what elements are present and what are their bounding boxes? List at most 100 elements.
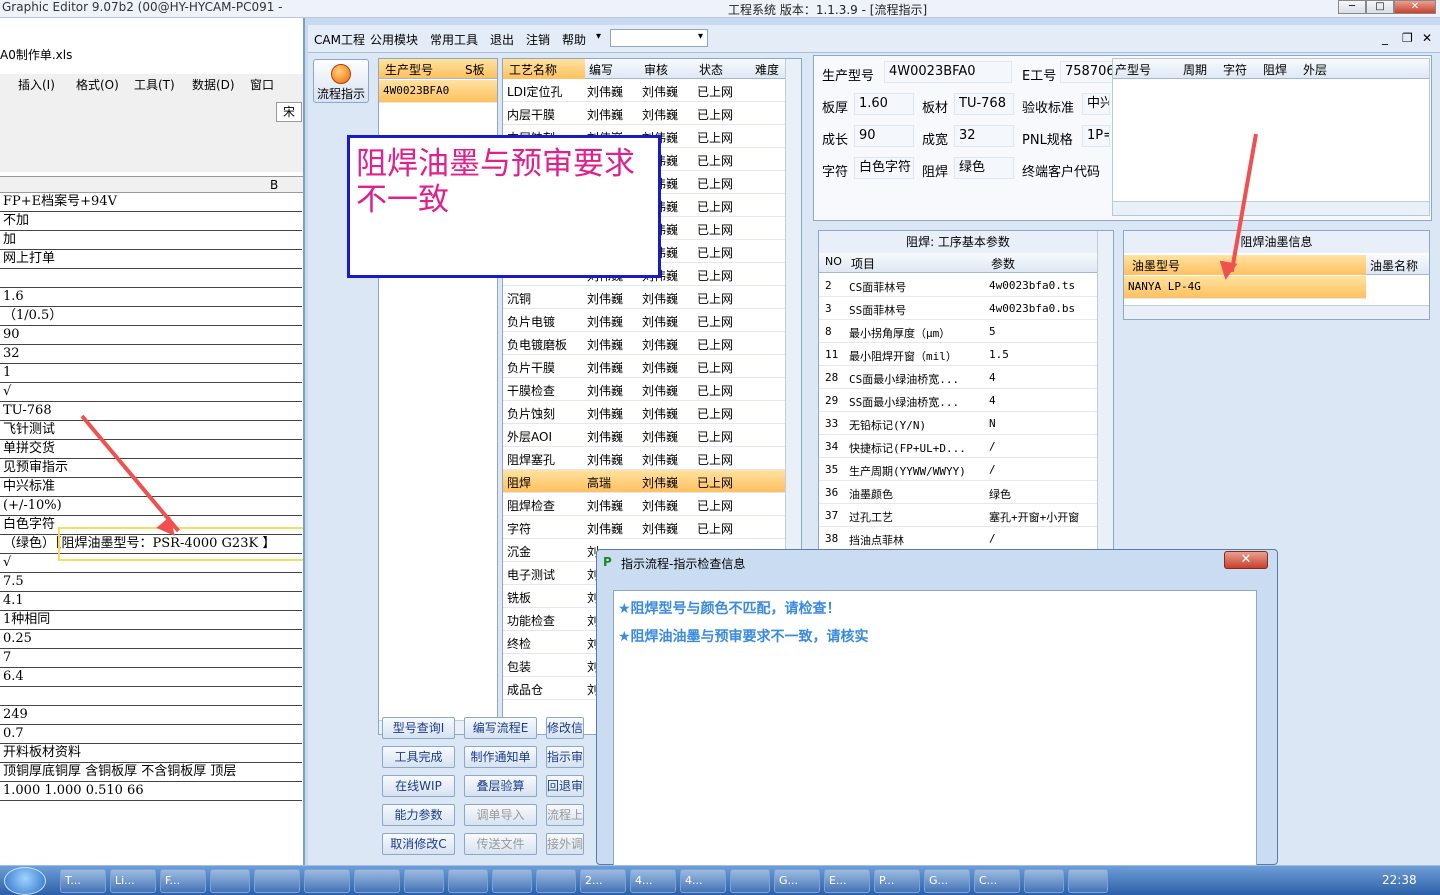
- param-row[interactable]: 35 生产周期(YYWW/WWYY) /: [819, 458, 1097, 481]
- ink-row[interactable]: NANYA LP-4G: [1124, 276, 1366, 299]
- start-button[interactable]: [4, 867, 46, 895]
- excel-menu-item[interactable]: 插入(I): [18, 76, 55, 93]
- param-row[interactable]: 11 最小阻焊开窗（mil） 1.5: [819, 343, 1097, 366]
- excel-cell[interactable]: 加: [0, 231, 302, 250]
- excel-cell[interactable]: [0, 269, 302, 288]
- excel-cell[interactable]: 网上打单: [0, 250, 302, 269]
- param-row[interactable]: 36 油墨颜色 绿色: [819, 481, 1097, 504]
- taskbar-item[interactable]: [730, 869, 770, 893]
- excel-cell[interactable]: √: [0, 383, 302, 402]
- excel-cell[interactable]: 开料板材资料: [0, 744, 302, 763]
- taskbar-item[interactable]: G...: [924, 869, 970, 893]
- action-button[interactable]: 传送文件: [464, 833, 537, 855]
- process-row[interactable]: 负片电镀 刘伟巍 刘伟巍 已上网: [503, 309, 785, 332]
- excel-cell[interactable]: FP+E档案号+94V: [0, 193, 302, 212]
- dialog-body[interactable]: ★阻焊型号与颜色不匹配，请检查！ ★阻焊油油墨与预审要求不一致，请核实: [613, 590, 1257, 866]
- taskbar-item[interactable]: [448, 869, 488, 893]
- excel-cell[interactable]: 249: [0, 706, 302, 725]
- action-button[interactable]: 取消修改C: [382, 833, 455, 855]
- process-row[interactable]: 阻焊检查 刘伟巍 刘伟巍 已上网: [503, 493, 785, 516]
- menu-0[interactable]: CAM工程: [314, 31, 365, 48]
- action-button[interactable]: 修改信: [546, 717, 584, 739]
- param-row[interactable]: 29 SS面最小绿油桥宽... 4: [819, 389, 1097, 412]
- param-row[interactable]: 3 SS面菲林号 4w0023bfa0.bs: [819, 297, 1097, 320]
- process-row[interactable]: LDI定位孔 刘伟巍 刘伟巍 已上网: [503, 79, 785, 102]
- params-vscroll[interactable]: [1097, 231, 1113, 569]
- excel-cell[interactable]: 1.000 1.000 0.510 66: [0, 782, 302, 801]
- action-button[interactable]: 指示审: [546, 746, 584, 768]
- taskbar-item[interactable]: E...: [824, 869, 870, 893]
- mdi-minimize[interactable]: _: [1382, 31, 1388, 45]
- excel-cell[interactable]: 顶铜厚底铜厚 含铜板厚 不含铜板厚 顶层: [0, 763, 302, 782]
- process-row[interactable]: 外层AOI 刘伟巍 刘伟巍 已上网: [503, 424, 785, 447]
- excel-menu-item[interactable]: 格式(O): [76, 76, 119, 93]
- process-row[interactable]: 阻焊 高瑞 刘伟巍 已上网: [503, 470, 785, 493]
- taskbar-item[interactable]: 2...: [580, 869, 626, 893]
- flow-indicator-button[interactable]: 流程指示: [313, 59, 369, 103]
- taskbar-item[interactable]: [404, 869, 444, 893]
- mdi-restore[interactable]: ❐: [1402, 31, 1413, 45]
- dialog-close-button[interactable]: ✕: [1224, 551, 1268, 569]
- menu-5[interactable]: 帮助: [562, 31, 586, 48]
- taskbar-item[interactable]: [1024, 869, 1064, 893]
- excel-cell[interactable]: 4.1: [0, 592, 302, 611]
- font-box[interactable]: 宋: [276, 102, 302, 122]
- excel-cell[interactable]: 6.4: [0, 668, 302, 687]
- ink-hscroll[interactable]: [1124, 305, 1429, 319]
- taskbar-item[interactable]: 4...: [680, 869, 726, 893]
- excel-cell[interactable]: 0.25: [0, 630, 302, 649]
- action-button[interactable]: 流程上: [546, 804, 584, 826]
- action-button[interactable]: 工具完成: [382, 746, 455, 768]
- taskbar-item[interactable]: [254, 869, 300, 893]
- process-row[interactable]: 负电镀磨板 刘伟巍 刘伟巍 已上网: [503, 332, 785, 355]
- excel-cell[interactable]: [0, 687, 302, 706]
- menu-1[interactable]: 公用模块: [370, 31, 418, 48]
- param-row[interactable]: 37 过孔工艺 塞孔+开窗+小开窗: [819, 504, 1097, 527]
- taskbar-item[interactable]: [354, 869, 400, 893]
- process-row[interactable]: 字符 刘伟巍 刘伟巍 已上网: [503, 516, 785, 539]
- excel-cell[interactable]: 1.6: [0, 288, 302, 307]
- minimize-button[interactable]: ─: [1338, 0, 1366, 14]
- excel-cell[interactable]: 32: [0, 345, 302, 364]
- module-combo[interactable]: ▾: [610, 29, 708, 47]
- param-row[interactable]: 28 CS面最小绿油桥宽... 4: [819, 366, 1097, 389]
- mdi-close[interactable]: ✕: [1422, 31, 1432, 45]
- action-button[interactable]: 调单导入: [464, 804, 537, 826]
- action-button[interactable]: 接外调: [546, 833, 584, 855]
- excel-cell[interactable]: 不加: [0, 212, 302, 231]
- excel-cell[interactable]: （1/0.5）: [0, 307, 302, 326]
- taskbar-item[interactable]: F...: [160, 869, 206, 893]
- maximize-button[interactable]: □: [1366, 0, 1394, 14]
- excel-cell[interactable]: 1种相同: [0, 611, 302, 630]
- param-row[interactable]: 2 CS面菲林号 4w0023bfa0.ts: [819, 274, 1097, 297]
- excel-cell[interactable]: 7: [0, 649, 302, 668]
- excel-cell[interactable]: 90: [0, 326, 302, 345]
- process-row[interactable]: 干膜检查 刘伟巍 刘伟巍 已上网: [503, 378, 785, 401]
- action-button[interactable]: 制作通知单: [464, 746, 537, 768]
- menu-2[interactable]: 常用工具: [430, 31, 478, 48]
- product-row[interactable]: 4W0023BFA0: [379, 80, 497, 103]
- taskbar-item[interactable]: Li...: [110, 869, 156, 893]
- taskbar-item[interactable]: G...: [774, 869, 820, 893]
- excel-cell[interactable]: 0.7: [0, 725, 302, 744]
- action-button[interactable]: 编写流程E: [464, 717, 537, 739]
- param-row[interactable]: 34 快捷标记(FP+UL+D... /: [819, 435, 1097, 458]
- param-row[interactable]: 33 无铅标记(Y/N) N: [819, 412, 1097, 435]
- taskbar-item[interactable]: 4...: [630, 869, 676, 893]
- action-button[interactable]: 能力参数: [382, 804, 455, 826]
- param-row[interactable]: 38 挡油点菲林 /: [819, 527, 1097, 550]
- menu-3[interactable]: 退出: [490, 31, 514, 48]
- close-button[interactable]: ✕: [1394, 0, 1436, 14]
- process-row[interactable]: 内层干膜 刘伟巍 刘伟巍 已上网: [503, 102, 785, 125]
- excel-menu-item[interactable]: 工具(T): [134, 76, 175, 93]
- taskbar-item[interactable]: [492, 869, 532, 893]
- process-row[interactable]: 阻焊塞孔 刘伟巍 刘伟巍 已上网: [503, 447, 785, 470]
- taskbar-item[interactable]: P...: [874, 869, 920, 893]
- process-row[interactable]: 沉铜 刘伟巍 刘伟巍 已上网: [503, 286, 785, 309]
- action-button[interactable]: 回退审: [546, 775, 584, 797]
- taskbar-item[interactable]: T...: [60, 869, 106, 893]
- param-row[interactable]: 8 最小拐角厚度（μm） 5: [819, 320, 1097, 343]
- history-hscroll[interactable]: [1113, 201, 1429, 215]
- taskbar-item[interactable]: [304, 869, 350, 893]
- taskbar-item[interactable]: [210, 869, 250, 893]
